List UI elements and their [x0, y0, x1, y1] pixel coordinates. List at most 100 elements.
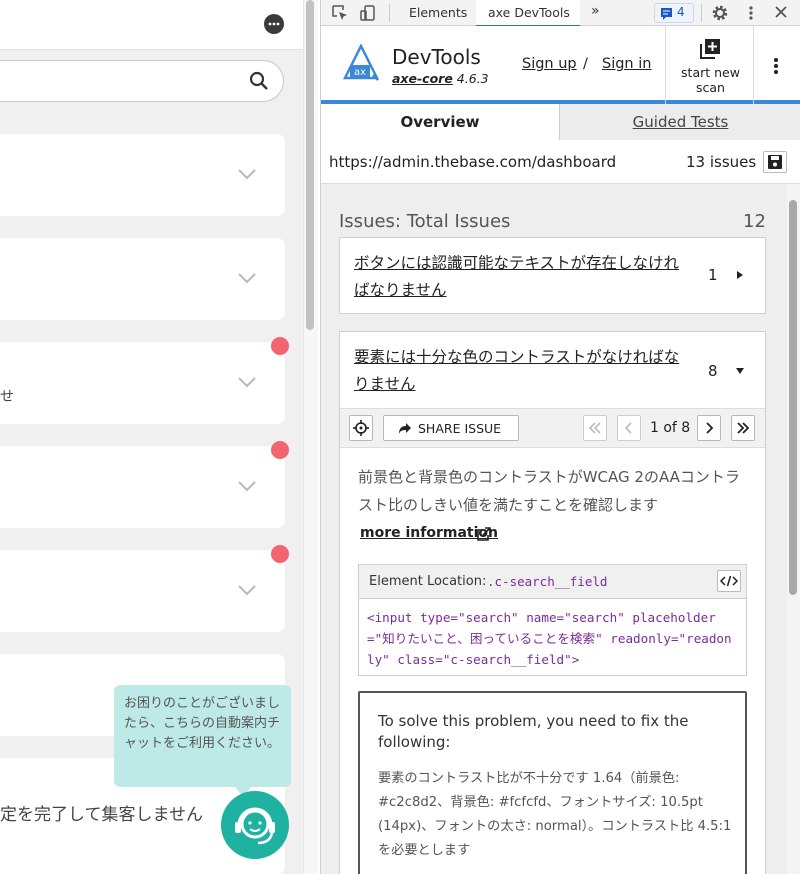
- chevron-down-icon: [238, 481, 256, 492]
- toolbar-separator: [701, 4, 702, 22]
- external-link-icon[interactable]: [476, 526, 492, 542]
- first-page-button[interactable]: [583, 415, 607, 441]
- tab-overview[interactable]: Overview: [321, 104, 559, 140]
- caret-right-icon[interactable]: [736, 270, 744, 280]
- crosshair-icon: [353, 420, 369, 436]
- share-issue-label: SHARE ISSUE: [418, 421, 502, 436]
- issues-count: 13 issues: [686, 153, 757, 171]
- last-page-button[interactable]: [731, 415, 755, 441]
- pagination-text: 1 of 8: [650, 420, 691, 436]
- tab-guided-tests[interactable]: Guided Tests: [559, 104, 800, 140]
- device-toolbar-icon[interactable]: [359, 4, 377, 22]
- kebab-menu-icon[interactable]: [745, 4, 757, 22]
- issues-content: Issues: Total Issues 12 ボタンには認識可能なテキストが存…: [321, 184, 787, 874]
- element-location-box: Element Location: .c-search__field <inpu…: [358, 564, 747, 676]
- axe-version: axe-core 4.6.3: [392, 71, 489, 86]
- add-scan-icon: [700, 39, 720, 59]
- element-location-header: Element Location: .c-search__field: [359, 565, 746, 599]
- card-text-fragment: せ: [0, 389, 14, 405]
- fix-instructions-box: To solve this problem, you need to fix t…: [358, 691, 747, 874]
- double-chevron-left-icon: [588, 422, 601, 434]
- total-issues-label: Issues: Total Issues: [339, 211, 511, 232]
- messages-badge[interactable]: 4: [654, 3, 694, 23]
- close-icon[interactable]: [774, 5, 788, 19]
- axe-nav-tabs: Overview Guided Tests: [321, 104, 800, 140]
- tab-axe-devtools[interactable]: axe DevTools: [476, 0, 580, 27]
- chevron-down-icon: [238, 169, 256, 180]
- issue-toolbar: SHARE ISSUE 1 of 8: [340, 408, 765, 448]
- share-issue-button[interactable]: SHARE ISSUE: [383, 415, 519, 441]
- chat-tooltip: お困りのことがございましたら、こちらの自動案内チャットをご利用ください。: [114, 685, 291, 796]
- notification-dot: [271, 441, 289, 459]
- page-scrollbar-thumb[interactable]: [306, 0, 314, 330]
- site-search-field[interactable]: [0, 60, 284, 102]
- save-icon: [768, 155, 782, 169]
- chevron-right-icon: [706, 422, 714, 434]
- accordion-card[interactable]: [0, 134, 285, 216]
- svg-text:ax: ax: [354, 67, 366, 78]
- chevron-left-icon: [624, 422, 632, 434]
- element-source-code: <input type="search" name="search" place…: [367, 610, 732, 667]
- element-selector[interactable]: .c-search__field: [487, 574, 607, 589]
- element-location-label: Element Location:: [369, 574, 487, 589]
- sign-up-link[interactable]: Sign up: [522, 56, 577, 72]
- total-issues-count: 12: [743, 211, 766, 232]
- scan-label-line2: scan: [696, 80, 725, 95]
- issue-count: 1: [708, 266, 718, 284]
- double-chevron-right-icon: [737, 422, 750, 434]
- issue-title[interactable]: 要素には十分な色のコントラストがなければなりません: [354, 344, 694, 398]
- chevron-down-icon: [238, 585, 256, 596]
- start-new-scan-button[interactable]: start new scan: [665, 26, 754, 104]
- axe-menu-icon[interactable]: [769, 56, 783, 76]
- issue-card-expanded: 要素には十分な色のコントラストがなければなりません 8 SHARE ISSUE: [339, 331, 766, 874]
- chat-support-button[interactable]: [221, 791, 289, 859]
- devtools-tabbar: Elements axe DevTools » 4: [321, 0, 800, 27]
- accordion-card[interactable]: [0, 441, 289, 528]
- axe-logo: ax: [343, 44, 379, 81]
- search-icon[interactable]: [249, 71, 269, 91]
- message-icon: [661, 8, 672, 20]
- scan-url-bar: https://admin.thebase.com/dashboard 13 i…: [321, 140, 800, 184]
- next-page-button[interactable]: [697, 415, 721, 441]
- card-body-text: 定を完了して集客しません: [0, 805, 203, 825]
- messages-count: 4: [677, 5, 685, 19]
- axe-title: DevTools: [392, 45, 481, 69]
- accordion-card[interactable]: [0, 238, 285, 320]
- axe-version-number: 4.6.3: [456, 71, 489, 86]
- notification-dot: [271, 545, 289, 563]
- highlight-button[interactable]: [349, 415, 373, 441]
- issue-description: 前景色と背景色のコントラストがWCAG 2のAAコントラスト比のしきい値を満たす…: [358, 468, 740, 514]
- gear-icon[interactable]: [711, 4, 729, 22]
- accordion-card[interactable]: せ: [0, 337, 289, 424]
- code-icon: [719, 575, 739, 587]
- save-button[interactable]: [763, 151, 787, 173]
- scanned-url: https://admin.thebase.com/dashboard: [329, 153, 617, 171]
- issue-card[interactable]: ボタンには認識可能なテキストが存在しなければなりません 1: [339, 237, 766, 314]
- notification-dot: [271, 337, 289, 355]
- sign-in-link[interactable]: Sign in: [602, 56, 651, 72]
- link-separator: /: [583, 56, 588, 72]
- scan-label-line1: start new: [681, 65, 740, 80]
- axe-header: ax DevTools axe-core 4.6.3 Sign up / Sig…: [321, 26, 800, 104]
- more-tabs-button[interactable]: »: [591, 3, 600, 19]
- message-icon[interactable]: [263, 13, 285, 35]
- caret-down-icon[interactable]: [735, 367, 745, 375]
- chevron-down-icon: [238, 273, 256, 284]
- previous-page-button[interactable]: [617, 415, 641, 441]
- tab-elements[interactable]: Elements: [409, 5, 467, 20]
- website-pane: せ 定を完了して集客しません お困りのことがございましたら、こちらの自動案内チャ…: [0, 0, 318, 874]
- share-icon: [399, 423, 411, 434]
- tab-axe-devtools-label: axe DevTools: [488, 5, 570, 20]
- chevron-down-icon: [238, 377, 256, 388]
- toggle-source-button[interactable]: [717, 570, 741, 592]
- start-new-scan-label: start new scan: [666, 65, 755, 95]
- inspect-element-icon[interactable]: [331, 4, 349, 22]
- support-agent-icon: [235, 807, 275, 845]
- devtools-pane: Elements axe DevTools » 4 ax DevTools ax…: [320, 0, 800, 874]
- site-header: [0, 0, 303, 50]
- toolbar-separator: [389, 4, 390, 22]
- accordion-card[interactable]: [0, 545, 289, 632]
- axe-core-link[interactable]: axe-core: [392, 71, 453, 86]
- panel-scrollbar-thumb[interactable]: [789, 200, 797, 595]
- issue-title[interactable]: ボタンには認識可能なテキストが存在しなければなりません: [354, 250, 694, 304]
